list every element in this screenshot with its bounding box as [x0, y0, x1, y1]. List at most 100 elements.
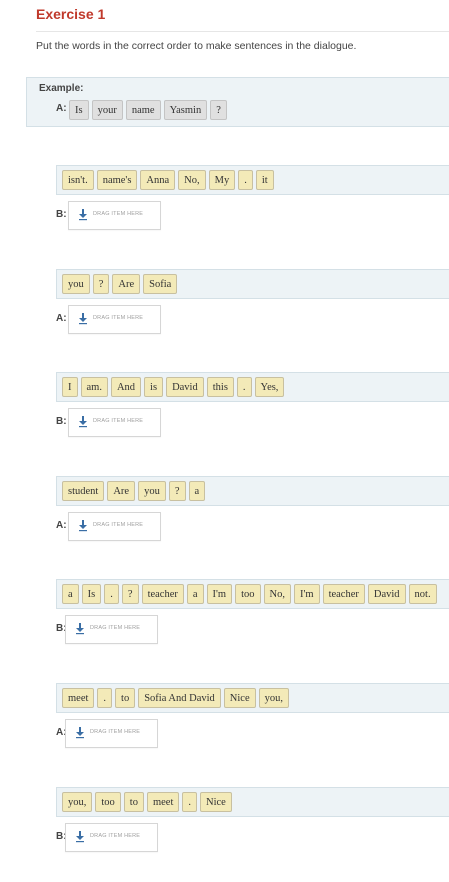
draggable-word[interactable]: Sofia: [143, 274, 178, 294]
download-arrow-icon: [76, 831, 84, 843]
drop-zone[interactable]: DRAG ITEM HERE: [68, 305, 161, 334]
draggable-word[interactable]: No,: [178, 170, 206, 190]
word-bank-row: Iam. And is David this. Yes,: [62, 377, 285, 397]
drop-zone-placeholder: DRAG ITEM HERE: [90, 625, 141, 631]
draggable-word[interactable]: David: [367, 584, 406, 604]
draggable-word[interactable]: Sofia And David: [138, 688, 221, 708]
draggable-word[interactable]: My: [208, 170, 236, 190]
download-arrow-icon: [79, 209, 87, 221]
draggable-word[interactable]: .: [236, 377, 252, 397]
draggable-word[interactable]: ?: [168, 481, 186, 501]
word-bank: meet. to Sofia And David Nice you,: [56, 683, 449, 713]
speaker-label: A:: [56, 313, 67, 324]
drop-zone[interactable]: DRAG ITEM HERE: [68, 408, 161, 437]
example-word: your: [91, 100, 123, 120]
draggable-word[interactable]: No,: [263, 584, 291, 604]
draggable-word[interactable]: isn't.: [62, 170, 94, 190]
draggable-word[interactable]: Nice: [200, 792, 232, 812]
draggable-word[interactable]: is: [144, 377, 164, 397]
draggable-word[interactable]: you: [62, 274, 90, 294]
draggable-word[interactable]: .: [104, 584, 119, 604]
draggable-word[interactable]: .: [97, 688, 113, 708]
draggable-word[interactable]: I'm: [294, 584, 320, 604]
title-divider: [36, 31, 449, 32]
draggable-word[interactable]: Yes,: [254, 377, 285, 397]
word-bank: Iam. And is David this. Yes,: [56, 372, 449, 402]
speaker-label: A:: [56, 520, 67, 531]
download-arrow-icon: [79, 416, 87, 428]
draggable-word[interactable]: meet: [62, 688, 95, 708]
word-bank-row: you? Are Sofia: [62, 274, 178, 294]
draggable-word[interactable]: I'm: [206, 584, 233, 604]
example-speaker: A:: [56, 103, 67, 114]
draggable-word[interactable]: too: [235, 584, 261, 604]
draggable-word[interactable]: teacher: [322, 584, 365, 604]
draggable-word[interactable]: .: [182, 792, 197, 812]
draggable-word[interactable]: you,: [62, 792, 93, 812]
drop-zone[interactable]: DRAG ITEM HERE: [68, 512, 161, 541]
word-bank: a Is.? teacher a I'm too No, I'm teacher David not…: [56, 579, 449, 609]
draggable-word[interactable]: to: [123, 792, 144, 812]
drop-zone-placeholder: DRAG ITEM HERE: [93, 211, 144, 217]
draggable-word[interactable]: I: [62, 377, 78, 397]
example-word: ?: [210, 100, 227, 120]
draggable-word[interactable]: am.: [80, 377, 108, 397]
draggable-word[interactable]: a: [62, 584, 79, 604]
draggable-word[interactable]: And: [110, 377, 142, 397]
draggable-word[interactable]: Nice: [223, 688, 256, 708]
drop-zone-placeholder: DRAG ITEM HERE: [93, 315, 144, 321]
draggable-word[interactable]: too: [95, 792, 121, 812]
draggable-word[interactable]: ?: [121, 584, 139, 604]
draggable-word[interactable]: meet: [146, 792, 180, 812]
example-label: Example:: [39, 83, 84, 94]
drop-zone[interactable]: DRAG ITEM HERE: [68, 201, 161, 230]
instructions-text: Put the words in the correct order to ma…: [36, 40, 357, 52]
word-bank-row: isn't. name's Anna No, My. it: [62, 170, 274, 190]
word-bank: student Are you? a: [56, 476, 449, 506]
example-box: Example: A: Is your name Yasmin?: [26, 77, 449, 127]
draggable-word[interactable]: you: [138, 481, 166, 501]
download-arrow-icon: [76, 623, 84, 635]
draggable-word[interactable]: name's: [96, 170, 138, 190]
word-bank-row: student Are you? a: [62, 481, 206, 501]
draggable-word[interactable]: this: [206, 377, 234, 397]
example-word: Yasmin: [163, 100, 208, 120]
example-word: name: [125, 100, 161, 120]
draggable-word[interactable]: .: [238, 170, 253, 190]
draggable-word[interactable]: ?: [92, 274, 110, 294]
draggable-word[interactable]: teacher: [141, 584, 184, 604]
exercise-title: Exercise 1: [36, 6, 106, 22]
word-bank-row: a Is.? teacher a I'm too No, I'm teacher David not…: [62, 584, 437, 604]
example-word-row: Is your name Yasmin?: [69, 100, 227, 120]
download-arrow-icon: [79, 313, 87, 325]
drop-zone[interactable]: DRAG ITEM HERE: [65, 615, 158, 644]
draggable-word[interactable]: David: [166, 377, 204, 397]
draggable-word[interactable]: student: [62, 481, 105, 501]
download-arrow-icon: [79, 520, 87, 532]
drop-zone-placeholder: DRAG ITEM HERE: [93, 418, 144, 424]
example-word: Is: [69, 100, 89, 120]
drop-zone-placeholder: DRAG ITEM HERE: [93, 522, 144, 528]
draggable-word[interactable]: Anna: [140, 170, 176, 190]
drop-zone-placeholder: DRAG ITEM HERE: [90, 729, 141, 735]
drop-zone[interactable]: DRAG ITEM HERE: [65, 719, 158, 748]
draggable-word[interactable]: not.: [408, 584, 437, 604]
download-arrow-icon: [76, 727, 84, 739]
draggable-word[interactable]: Are: [107, 481, 136, 501]
word-bank-row: meet. to Sofia And David Nice you,: [62, 688, 289, 708]
speaker-label: B:: [56, 416, 67, 427]
drop-zone[interactable]: DRAG ITEM HERE: [65, 823, 158, 852]
draggable-word[interactable]: Is: [81, 584, 102, 604]
speaker-label: B:: [56, 209, 67, 220]
draggable-word[interactable]: Are: [112, 274, 141, 294]
word-bank: you? Are Sofia: [56, 269, 449, 299]
draggable-word[interactable]: to: [115, 688, 136, 708]
draggable-word[interactable]: it: [255, 170, 274, 190]
draggable-word[interactable]: you,: [258, 688, 289, 708]
word-bank-row: you, too to meet. Nice: [62, 792, 232, 812]
draggable-word[interactable]: a: [186, 584, 204, 604]
drop-zone-placeholder: DRAG ITEM HERE: [90, 833, 141, 839]
draggable-word[interactable]: a: [188, 481, 206, 501]
word-bank: isn't. name's Anna No, My. it: [56, 165, 449, 195]
word-bank: you, too to meet. Nice: [56, 787, 449, 817]
